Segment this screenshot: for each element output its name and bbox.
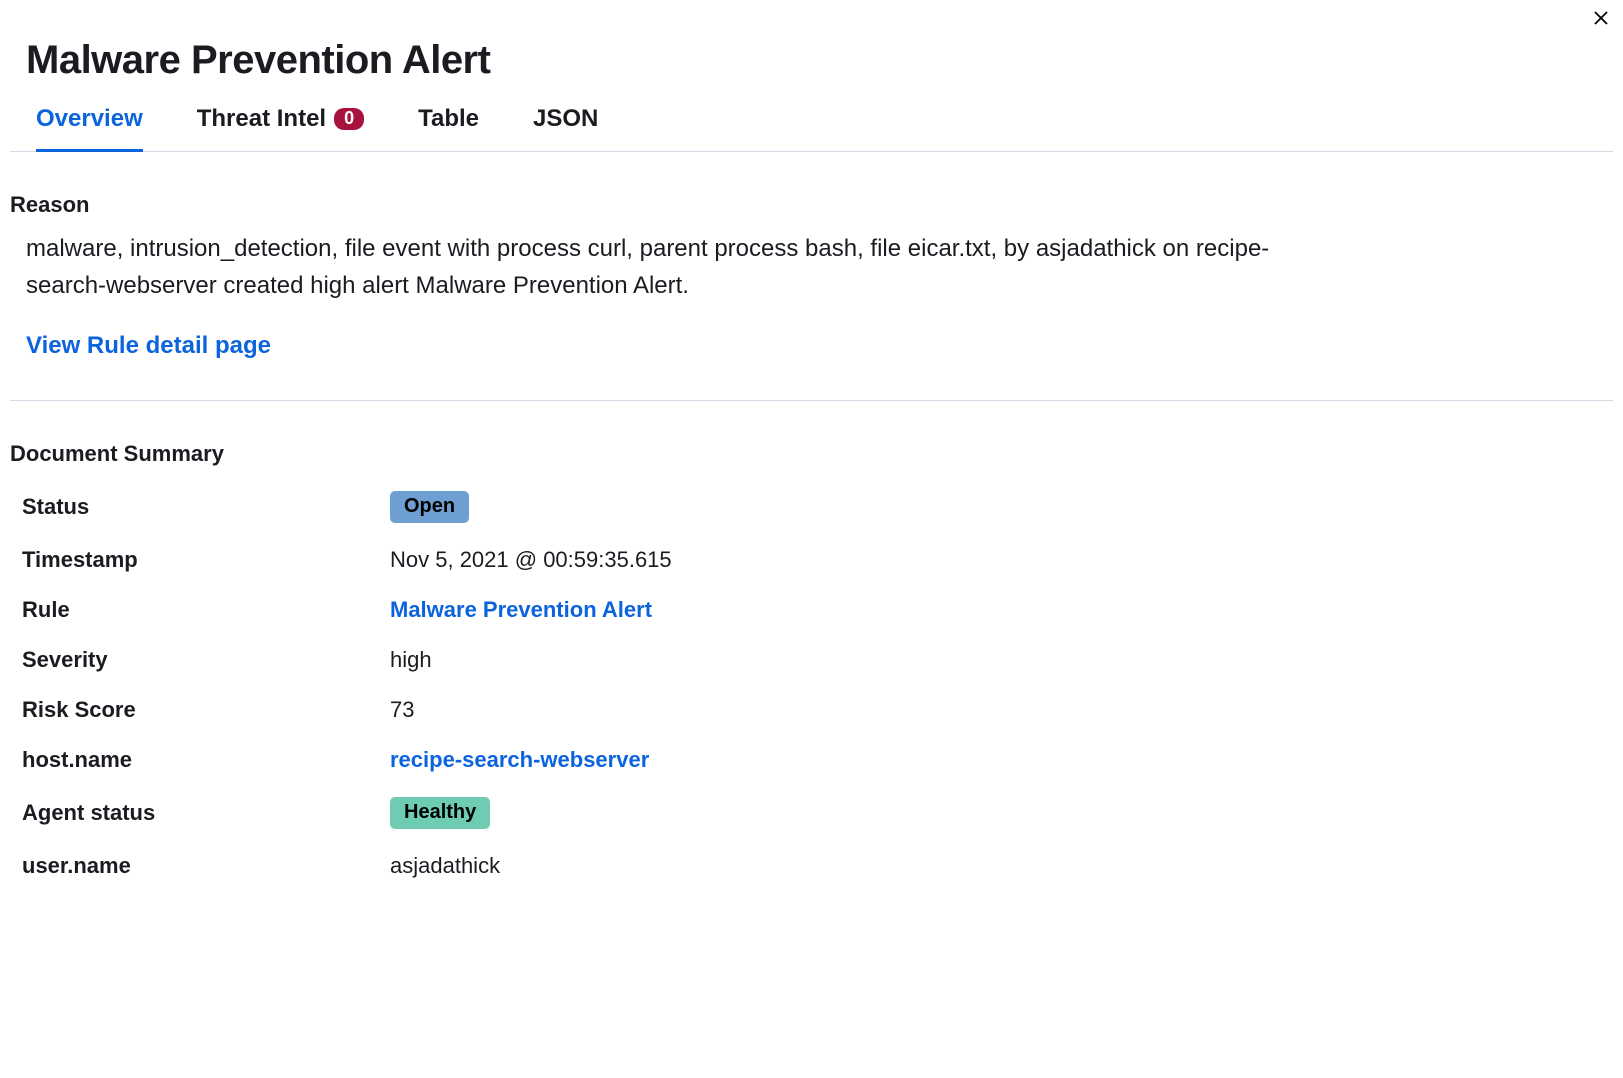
summary-key-agent-status: Agent status (22, 800, 390, 826)
summary-row-status: Status Open (10, 479, 1613, 535)
tabs: Overview Threat Intel 0 Table JSON (10, 105, 1613, 152)
summary-row-user-name: user.name asjadathick (10, 841, 1613, 891)
summary-row-rule: Rule Malware Prevention Alert (10, 585, 1613, 635)
summary-key-status: Status (22, 494, 390, 520)
summary-row-host-name: host.name recipe-search-webserver (10, 735, 1613, 785)
tab-label: Threat Intel (197, 105, 326, 133)
summary-value-timestamp: Nov 5, 2021 @ 00:59:35.615 (390, 547, 672, 573)
agent-status-badge: Healthy (390, 797, 490, 829)
summary-value-severity: high (390, 647, 432, 673)
document-summary-heading: Document Summary (10, 441, 1613, 467)
threat-intel-count-badge: 0 (334, 108, 364, 131)
summary-row-agent-status: Agent status Healthy (10, 785, 1613, 841)
summary-key-timestamp: Timestamp (22, 547, 390, 573)
tab-table[interactable]: Table (418, 105, 479, 152)
close-icon (1593, 10, 1609, 26)
summary-key-rule: Rule (22, 597, 390, 623)
summary-value-rule-link[interactable]: Malware Prevention Alert (390, 597, 652, 623)
summary-key-risk-score: Risk Score (22, 697, 390, 723)
reason-section: Reason malware, intrusion_detection, fil… (10, 192, 1613, 360)
summary-key-severity: Severity (22, 647, 390, 673)
summary-row-risk-score: Risk Score 73 (10, 685, 1613, 735)
status-badge: Open (390, 491, 469, 523)
divider (10, 400, 1613, 401)
page-title: Malware Prevention Alert (26, 38, 1613, 83)
summary-value-agent-status: Healthy (390, 797, 490, 829)
tab-overview[interactable]: Overview (36, 105, 143, 152)
summary-value-host-name-link[interactable]: recipe-search-webserver (390, 747, 649, 773)
tab-label: JSON (533, 105, 598, 133)
summary-key-user-name: user.name (22, 853, 390, 879)
document-summary-section: Document Summary Status Open Timestamp N… (10, 441, 1613, 891)
summary-value-status: Open (390, 491, 469, 523)
view-rule-detail-link[interactable]: View Rule detail page (26, 332, 271, 359)
summary-row-timestamp: Timestamp Nov 5, 2021 @ 00:59:35.615 (10, 535, 1613, 585)
close-button[interactable] (1589, 6, 1613, 30)
summary-key-host-name: host.name (22, 747, 390, 773)
summary-value-user-name: asjadathick (390, 853, 500, 879)
tab-label: Table (418, 105, 479, 133)
tab-label: Overview (36, 105, 143, 133)
summary-row-severity: Severity high (10, 635, 1613, 685)
summary-value-risk-score: 73 (390, 697, 414, 723)
reason-text: malware, intrusion_detection, file event… (26, 230, 1326, 304)
tab-threat-intel[interactable]: Threat Intel 0 (197, 105, 364, 152)
tab-json[interactable]: JSON (533, 105, 598, 152)
reason-heading: Reason (10, 192, 1613, 218)
